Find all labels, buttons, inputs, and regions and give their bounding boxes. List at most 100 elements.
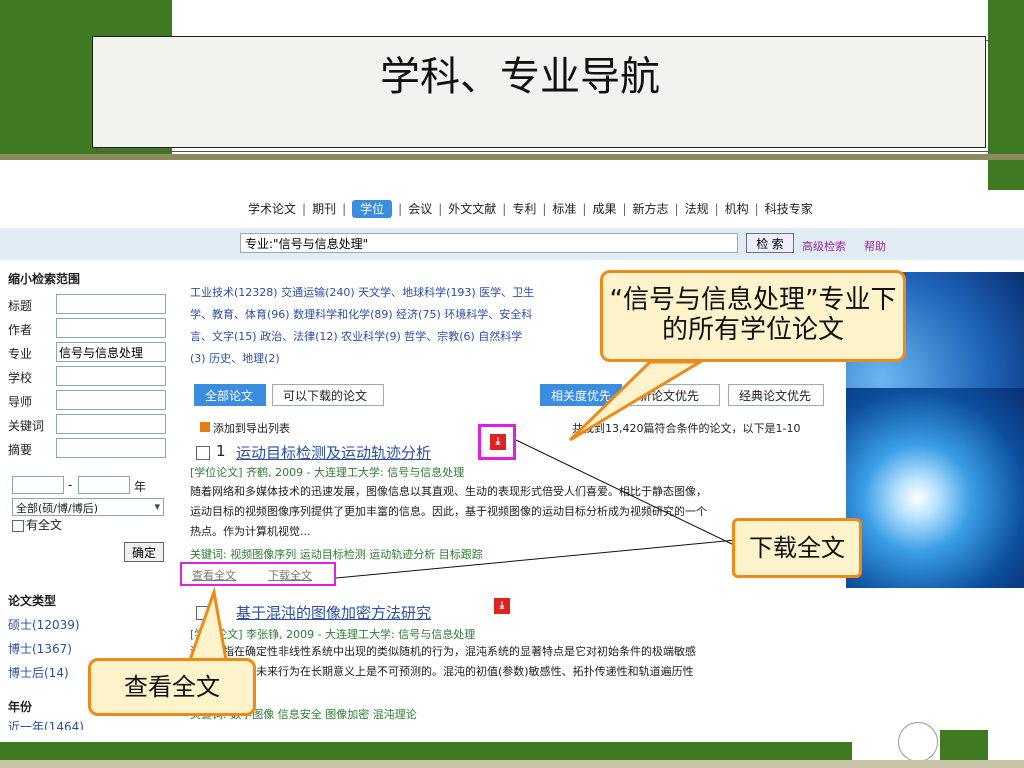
nav-separator: | (302, 202, 307, 216)
nav-item[interactable]: 科技专家 (765, 202, 813, 216)
nav-item[interactable]: 成果 (592, 202, 616, 216)
sidebar-field-row: 导师 (8, 390, 170, 410)
fulltext-label: 有全文 (26, 518, 63, 532)
sidebar-field-input[interactable] (56, 318, 166, 338)
sidebar-field-label: 学校 (8, 371, 33, 385)
nav-item[interactable]: 法规 (685, 202, 709, 216)
type-link-doctor[interactable]: 博士(1367) (8, 640, 72, 657)
confirm-button[interactable]: 确定 (124, 542, 164, 562)
result-2-title[interactable]: 基于混沌的图像加密方法研究 (236, 602, 431, 623)
search-bar: 检 索 高级检索 帮助 (0, 228, 1024, 260)
sidebar-field-row: 标题 (8, 294, 170, 314)
actions-highlight-box (180, 562, 336, 586)
sidebar-field-input[interactable] (56, 342, 166, 362)
sidebar-field-input[interactable] (56, 390, 166, 410)
nav-item[interactable]: 新方志 (633, 202, 669, 216)
result-1-meta: [学位论文] 齐鹤, 2009 - 大连理工大学: 信号与信息处理 (190, 466, 465, 479)
nav-separator: | (622, 202, 627, 216)
nav-item[interactable]: 外文文献 (448, 202, 496, 216)
sidebar-field-label: 摘要 (8, 443, 33, 457)
sidebar-field-row: 作者 (8, 318, 170, 338)
abstract-line: 等特性满足... (190, 682, 840, 702)
abstract-line: 性，使得系统未来行为在长期意义上是不可预测的。混沌的初值(参数)敏感性、拓扑传递… (190, 665, 694, 678)
year-suffix: 年 (134, 480, 147, 494)
nav-separator: | (502, 202, 507, 216)
nav-item[interactable]: 学位 (352, 200, 393, 218)
glow-decor (846, 388, 1024, 588)
nav-separator: | (342, 202, 347, 216)
degree-select[interactable]: 全部(硕/博/博后) ▾ (12, 498, 164, 516)
nav-separator: | (674, 202, 679, 216)
type-link-master[interactable]: 硕士(12039) (8, 616, 80, 633)
result-2-abstract: 混沌是指在确定性非线性系统中出现的类似随机的行为，混沌系统的显著特点是它对初始条… (190, 642, 840, 702)
help-link[interactable]: 帮助 (864, 238, 886, 254)
tab-all[interactable]: 全部论文 (194, 384, 266, 406)
category-line[interactable]: 言、文字(15) 政治、法律(12) 农业科学(9) 哲学、宗教(6) 自然科学 (190, 326, 610, 348)
year-dash: - (68, 478, 73, 492)
sidebar-field-input[interactable] (56, 294, 166, 314)
year-link-recent[interactable]: 近一年(1464) (8, 718, 84, 730)
category-line[interactable]: 工业技术(12328) 交通运输(240) 天文学、地球科学(193) 医学、卫… (190, 282, 610, 304)
slide-decor-bar (0, 154, 1024, 160)
result-1-num: 1 (216, 442, 226, 460)
category-line[interactable]: (3) 历史、地理(2) (190, 348, 610, 370)
result-2-checkbox[interactable] (196, 606, 210, 620)
export-row[interactable]: 添加到导出列表 (200, 420, 290, 436)
nav-item[interactable]: 学术论文 (248, 202, 296, 216)
nav-separator: | (398, 202, 403, 216)
nav-separator: | (754, 202, 759, 216)
results-count: 共找到13,420篇符合条件的论文，以下是1-10 (572, 422, 801, 435)
sidebar-field-row: 关键词 (8, 414, 170, 434)
callout-download: 下载全文 (732, 518, 862, 578)
type-section-title: 论文类型 (8, 594, 57, 608)
nav-separator: | (714, 202, 719, 216)
tab-classic[interactable]: 经典论文优先 (728, 384, 824, 406)
nav-item[interactable]: 机构 (725, 202, 749, 216)
callout-view: 查看全文 (88, 658, 256, 716)
nav-item[interactable]: 专利 (512, 202, 536, 216)
tab-downloadable[interactable]: 可以下载的论文 (272, 384, 384, 406)
slide-title: 学科、专业导航 (380, 54, 660, 100)
sidebar-field-input[interactable] (56, 414, 166, 434)
year-from-input[interactable] (12, 476, 64, 494)
nav-separator: | (438, 202, 443, 216)
sidebar-field-input[interactable] (56, 366, 166, 386)
tab-relevance[interactable]: 相关度优先 (540, 384, 622, 406)
sidebar-title: 缩小检索范围 (8, 272, 81, 286)
pdf-icon[interactable]: ⤓ (494, 598, 510, 614)
fulltext-checkbox[interactable] (12, 520, 24, 532)
nav-item[interactable]: 会议 (408, 202, 432, 216)
export-label: 添加到导出列表 (213, 422, 290, 435)
result-1-checkbox[interactable] (196, 446, 210, 460)
result-tabs: 全部论文 可以下载的论文 相关度优先 新论文优先 经典论文优先 (194, 384, 844, 406)
nav-item[interactable]: 标准 (552, 202, 576, 216)
nav-item[interactable]: 期刊 (312, 202, 336, 216)
nav-separator: | (582, 202, 587, 216)
sidebar-field-row: 学校 (8, 366, 170, 386)
slide-decor-green-bottom (0, 742, 852, 760)
category-list: 工业技术(12328) 交通运输(240) 天文学、地球科学(193) 医学、卫… (190, 282, 610, 370)
advanced-search-link[interactable]: 高级检索 (802, 238, 846, 254)
nav-items: 学术论文 | 期刊 | 学位 | 会议 | 外文文献 | 专利 | 标准 | 成果 | 新方志 | 法规 | 机构 | 科技… (248, 200, 813, 218)
tab-newest[interactable]: 新论文优先 (628, 384, 720, 406)
sidebar-field-label: 专业 (8, 347, 33, 361)
year-to-input[interactable] (78, 476, 130, 494)
slide-decor-green-bottom-right (940, 730, 988, 760)
sidebar-field-row: 专业 (8, 342, 170, 362)
category-line[interactable]: 学、教育、体育(96) 数理科学和化学(89) 经济(75) 环境科学、安全科 (190, 304, 610, 326)
type-link-postdoc[interactable]: 博士后(14) (8, 664, 69, 681)
slide-header: 学科、专业导航 (0, 0, 1024, 192)
slide-decor-bottom-bar (0, 760, 1024, 768)
slide-decor-green-right (988, 0, 1024, 190)
search-input[interactable] (240, 233, 738, 253)
degree-select-value: 全部(硕/博/博后) (16, 502, 98, 515)
search-button[interactable]: 检 索 (746, 233, 794, 253)
sidebar-field-label: 关键词 (8, 419, 45, 433)
top-nav: 学术论文 | 期刊 | 学位 | 会议 | 外文文献 | 专利 | 标准 | 成果 | 新方志 | 法规 | 机构 | 科技… (0, 192, 1024, 229)
result-1-title[interactable]: 运动目标检测及运动轨迹分析 (236, 442, 431, 463)
sidebar-field-label: 导师 (8, 395, 33, 409)
result-1-keywords: 关键词: 视频图像序列 运动目标检测 运动轨迹分析 目标跟踪 (190, 548, 483, 561)
sidebar-field-input[interactable] (56, 438, 166, 458)
chevron-down-icon: ▾ (154, 500, 160, 513)
abstract-line: 随着网络和多媒体技术的迅速发展，图像信息以其直观、生动的表现形式倍受人们喜爱。相… (190, 485, 707, 498)
